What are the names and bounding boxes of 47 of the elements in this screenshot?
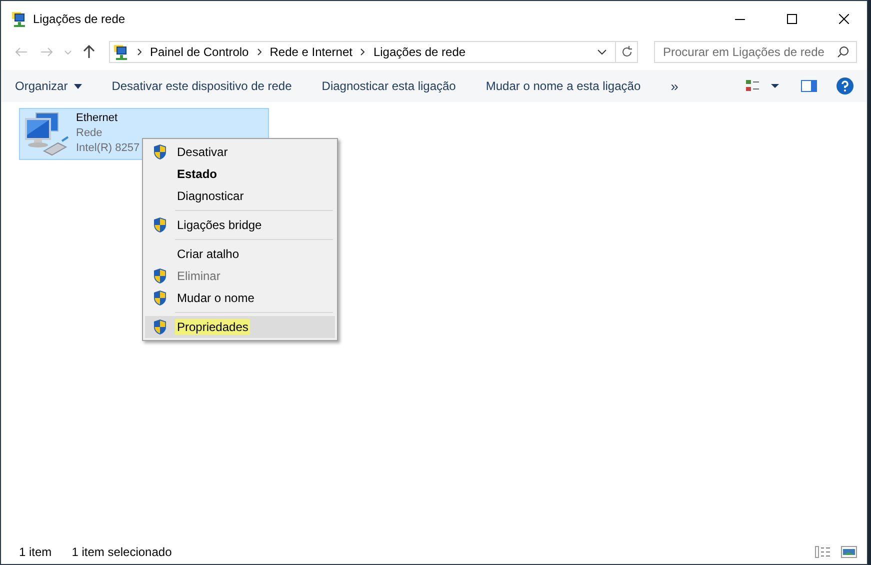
maximize-icon	[787, 14, 797, 24]
menu-item[interactable]: Ligações bridge	[145, 214, 335, 236]
chevron-icon	[360, 48, 366, 56]
left-arrow-icon	[14, 47, 28, 57]
menu-item[interactable]: Diagnosticar	[145, 185, 335, 207]
close-icon	[839, 14, 849, 24]
more-commands-button[interactable]: »	[662, 72, 686, 100]
search-field[interactable]: Procurar em Ligações de rede	[654, 41, 857, 63]
window-title: Ligações de rede	[33, 12, 126, 26]
adapter-name: Intel(R) 8257	[76, 141, 140, 156]
chevron-icon	[137, 48, 142, 56]
toolbar-button[interactable]: Desativar este dispositivo de rede	[104, 72, 300, 100]
network-name: Rede	[76, 126, 104, 141]
menu-item[interactable]: Mudar o nome	[145, 287, 335, 309]
menu-item-label: Diagnosticar	[176, 188, 245, 204]
caret-icon	[74, 84, 82, 88]
toolbar-button[interactable]: Mudar o nome a esta ligação	[478, 72, 649, 100]
address-bar[interactable]: Painel de Controlo Rede e Internet Ligações de rede	[109, 41, 638, 63]
dropdown-icon[interactable]	[597, 49, 607, 55]
help-button[interactable]	[835, 76, 855, 96]
toolbar-button[interactable]: Diagnosticar esta ligação	[314, 72, 464, 100]
network-connections-icon	[113, 44, 129, 60]
menu-item-label: Mudar o nome	[176, 290, 256, 306]
up-arrow-icon	[83, 45, 95, 59]
network-computers-icon	[22, 111, 70, 157]
breadcrumb[interactable]: Painel de Controlo	[150, 45, 249, 59]
chevron-down-icon	[64, 50, 72, 54]
breadcrumb[interactable]: Ligações de rede	[373, 45, 466, 59]
menu-item-label: Eliminar	[176, 268, 222, 284]
menu-item-label: Criar atalho	[176, 246, 240, 262]
network-connections-icon	[11, 11, 27, 27]
menu-item-label: Ligações bridge	[176, 217, 263, 233]
item-count: 1 item	[19, 545, 52, 559]
menu-item-label: Propriedades	[175, 319, 250, 335]
menu-item-label: Estado	[176, 166, 218, 182]
search-icon	[837, 46, 849, 58]
menu-item-label: Desativar	[176, 144, 229, 160]
organize-menu-button[interactable]: Organizar	[15, 72, 90, 100]
menu-item[interactable]: Estado	[145, 163, 335, 185]
menu-item[interactable]: Criar atalho	[145, 243, 335, 265]
connection-name: Ethernet	[76, 111, 119, 126]
breadcrumb[interactable]: Rede e Internet	[270, 45, 352, 59]
chevron-icon	[256, 48, 262, 56]
menu-item[interactable]: Propriedades	[145, 316, 335, 338]
selection-count: 1 item selecionado	[72, 545, 172, 559]
right-arrow-icon	[40, 47, 54, 57]
refresh-icon	[620, 46, 632, 58]
